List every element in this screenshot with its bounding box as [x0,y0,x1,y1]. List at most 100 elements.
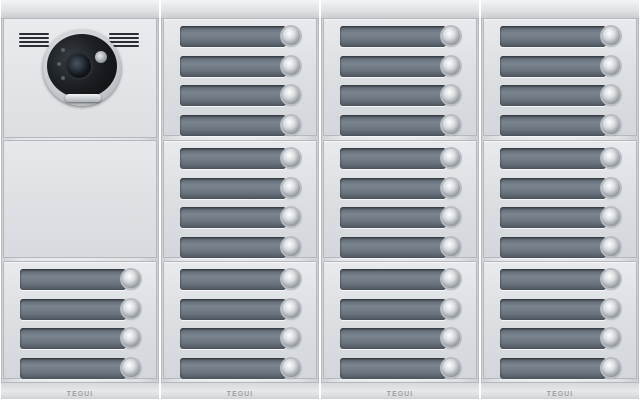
infrared-led [61,48,65,52]
infrared-led [57,62,61,66]
camera-lens-icon [67,54,91,78]
name-plate [340,299,446,320]
button-module [483,140,637,258]
call-button-icon[interactable] [282,329,300,347]
name-plate [180,237,286,258]
call-button-icon[interactable] [442,270,460,288]
call-button-icon[interactable] [442,57,460,75]
name-plate [500,237,606,258]
intercom-panel: TEGUI TEGUI TEGUI TEGUI [0,0,641,400]
call-button-icon[interactable] [602,270,620,288]
name-plate [340,328,446,349]
name-plate [500,299,606,320]
name-plate [340,178,446,199]
name-plate [180,115,286,136]
call-button-icon[interactable] [602,179,620,197]
name-plate [340,269,446,290]
call-button-icon[interactable] [282,86,300,104]
name-plate [500,207,606,228]
call-button-icon[interactable] [602,238,620,256]
name-plate [340,148,446,169]
infrared-led [61,76,65,80]
name-plate [500,358,606,379]
call-button-icon[interactable] [122,300,140,318]
camera-handle [65,94,101,102]
call-button-icon[interactable] [602,208,620,226]
call-button-icon[interactable] [282,116,300,134]
call-button-icon[interactable] [442,27,460,45]
button-module [483,18,637,136]
name-plate [500,115,606,136]
button-module [323,261,477,379]
call-button-icon[interactable] [602,149,620,167]
name-plate [340,56,446,77]
name-plate [340,207,446,228]
name-plate [20,269,126,290]
panel-column: TEGUI [481,0,639,399]
call-button-icon[interactable] [282,270,300,288]
name-plate [500,56,606,77]
call-button-icon[interactable] [602,86,620,104]
name-plate [180,269,286,290]
call-button-icon[interactable] [602,300,620,318]
panel-footer: TEGUI [481,382,639,399]
speaker-grille-icon [19,37,49,39]
call-button-icon[interactable] [602,27,620,45]
call-button-icon[interactable] [282,149,300,167]
name-plate [180,299,286,320]
top-cap [321,0,479,19]
call-button-icon[interactable] [282,179,300,197]
name-plate [340,85,446,106]
call-button-icon[interactable] [442,179,460,197]
name-plate [180,358,286,379]
call-button-icon[interactable] [442,208,460,226]
name-plate [180,148,286,169]
call-button-icon[interactable] [282,208,300,226]
name-plate [500,26,606,47]
brand-label: TEGUI [66,391,94,398]
panel-footer: TEGUI [1,382,159,399]
name-plate [20,299,126,320]
camera-module [3,18,157,138]
call-button-icon[interactable] [442,300,460,318]
name-plate [180,178,286,199]
name-plate [340,115,446,136]
button-module [163,18,317,136]
name-plate [500,148,606,169]
speaker-grille-icon [109,37,139,39]
call-button-icon[interactable] [602,57,620,75]
panel-column: TEGUI [161,0,319,399]
name-plate [180,328,286,349]
brand-label: TEGUI [226,391,254,398]
call-button-icon[interactable] [282,27,300,45]
call-button-icon[interactable] [602,329,620,347]
call-button-icon[interactable] [122,359,140,377]
name-plate [180,85,286,106]
button-module [3,261,157,379]
button-module [483,261,637,379]
button-module [323,140,477,258]
call-button-icon[interactable] [282,359,300,377]
call-button-icon[interactable] [602,116,620,134]
call-button-icon[interactable] [282,300,300,318]
panel-footer: TEGUI [321,382,479,399]
call-button-icon[interactable] [122,270,140,288]
panel-column: TEGUI [1,0,159,399]
call-button-icon[interactable] [282,57,300,75]
call-button-icon[interactable] [602,359,620,377]
call-button-icon[interactable] [442,149,460,167]
call-button-icon[interactable] [442,238,460,256]
call-button-icon[interactable] [442,329,460,347]
call-button-icon[interactable] [122,329,140,347]
call-button-icon[interactable] [282,238,300,256]
name-plate [20,328,126,349]
name-plate [340,237,446,258]
button-module [323,18,477,136]
call-button-icon[interactable] [442,116,460,134]
top-cap [161,0,319,19]
call-button-icon[interactable] [442,359,460,377]
name-plate [500,328,606,349]
speaker-grille-icon [19,33,49,35]
call-button-icon[interactable] [442,86,460,104]
camera-ring [95,51,107,63]
